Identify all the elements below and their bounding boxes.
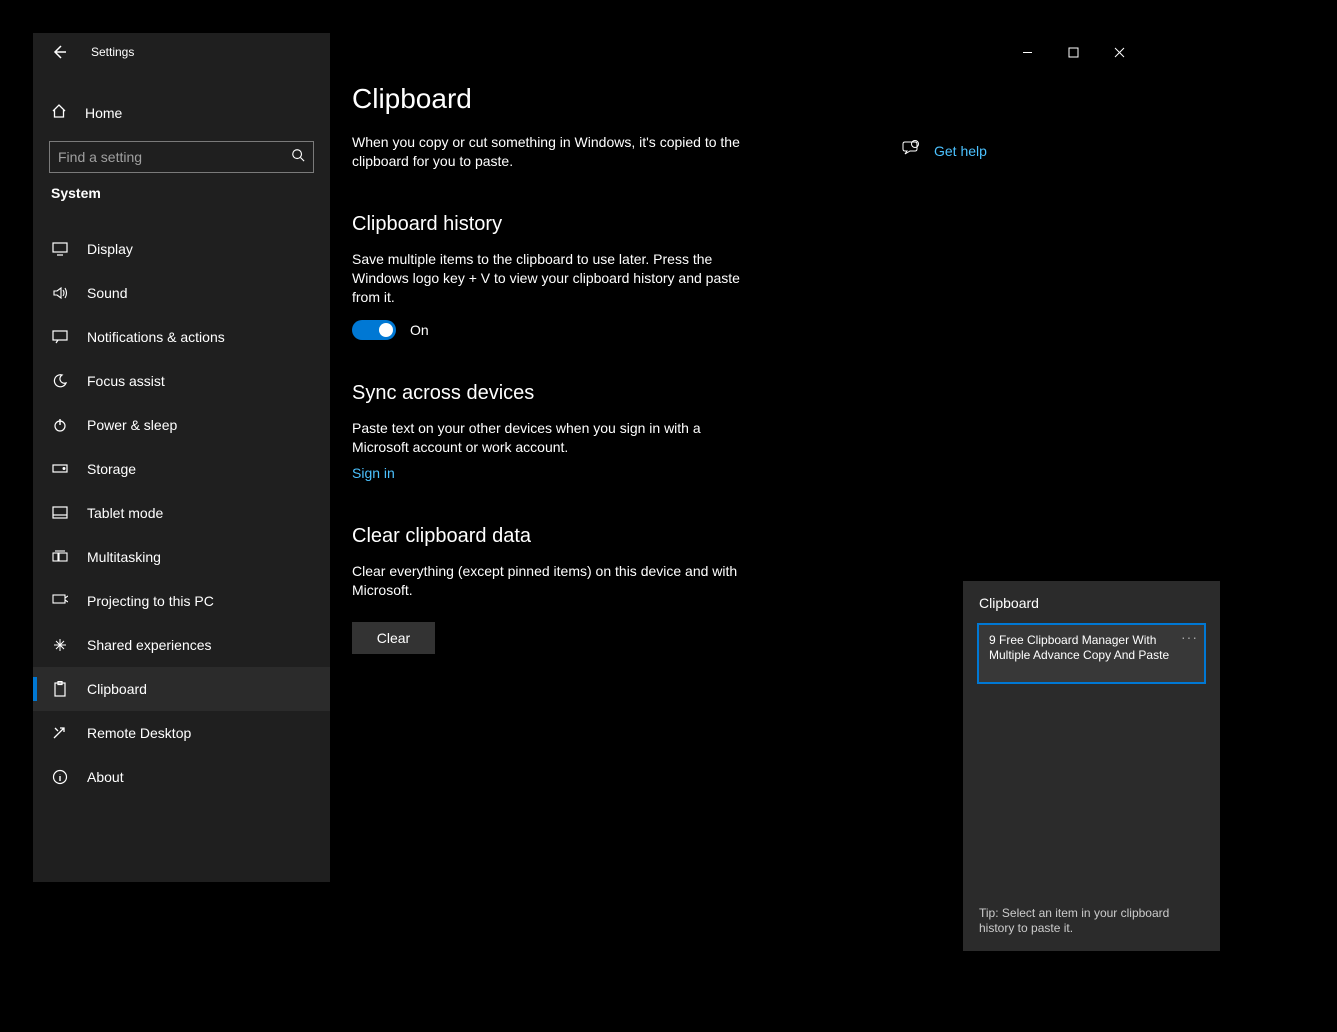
nav-label: About: [87, 769, 124, 785]
nav-item-remote-desktop[interactable]: Remote Desktop: [33, 711, 330, 755]
clear-button[interactable]: Clear: [352, 622, 435, 654]
history-heading: Clipboard history: [352, 213, 882, 236]
nav-label: Display: [87, 241, 133, 257]
help-column: Get help: [902, 139, 987, 654]
search-input[interactable]: [58, 149, 291, 165]
notifications-icon: [51, 330, 69, 344]
projecting-icon: [51, 594, 69, 608]
tablet-icon: [51, 506, 69, 520]
power-icon: [51, 417, 69, 433]
back-icon[interactable]: [51, 44, 67, 60]
history-desc: Save multiple items to the clipboard to …: [352, 250, 752, 307]
nav-label: Sound: [87, 285, 127, 301]
sign-in-link[interactable]: Sign in: [352, 465, 395, 481]
sidebar-home[interactable]: Home: [33, 93, 330, 133]
nav-label: Clipboard: [87, 681, 147, 697]
display-icon: [51, 242, 69, 256]
help-icon: [902, 139, 920, 162]
search-icon: [291, 148, 305, 167]
page-title: Clipboard: [352, 83, 1120, 115]
nav-item-multitasking[interactable]: Multitasking: [33, 535, 330, 579]
nav-item-shared-experiences[interactable]: Shared experiences: [33, 623, 330, 667]
clear-desc: Clear everything (except pinned items) o…: [352, 562, 752, 600]
search-wrap: [33, 133, 330, 177]
nav-item-projecting[interactable]: Projecting to this PC: [33, 579, 330, 623]
clear-heading: Clear clipboard data: [352, 525, 882, 548]
content-column: When you copy or cut something in Window…: [352, 133, 882, 654]
sound-icon: [51, 286, 69, 300]
nav-item-about[interactable]: About: [33, 755, 330, 799]
nav-label: Projecting to this PC: [87, 593, 214, 609]
nav-list: Display Sound Notifications & actions Fo…: [33, 227, 330, 799]
nav-label: Notifications & actions: [87, 329, 225, 345]
history-toggle[interactable]: [352, 320, 396, 340]
clipboard-item-text: 9 Free Clipboard Manager With Multiple A…: [989, 633, 1169, 662]
multitasking-icon: [51, 550, 69, 564]
sidebar-header: Settings: [33, 37, 330, 67]
history-toggle-row: On: [352, 320, 882, 340]
nav-item-sound[interactable]: Sound: [33, 271, 330, 315]
nav-item-focus-assist[interactable]: Focus assist: [33, 359, 330, 403]
nav-item-notifications[interactable]: Notifications & actions: [33, 315, 330, 359]
about-icon: [51, 769, 69, 785]
search-box[interactable]: [49, 141, 314, 173]
home-icon: [51, 103, 67, 124]
clipboard-item[interactable]: 9 Free Clipboard Manager With Multiple A…: [977, 623, 1206, 684]
nav-item-tablet-mode[interactable]: Tablet mode: [33, 491, 330, 535]
flyout-title: Clipboard: [963, 595, 1220, 623]
nav-label: Remote Desktop: [87, 725, 191, 741]
section-label: System: [33, 177, 330, 209]
nav-item-display[interactable]: Display: [33, 227, 330, 271]
sidebar: Settings Home System Display: [33, 33, 330, 882]
get-help-link[interactable]: Get help: [902, 139, 987, 162]
nav-item-power-sleep[interactable]: Power & sleep: [33, 403, 330, 447]
sync-desc: Paste text on your other devices when yo…: [352, 419, 752, 457]
storage-icon: [51, 464, 69, 474]
help-link-label: Get help: [934, 143, 987, 159]
nav-label: Storage: [87, 461, 136, 477]
page-intro: When you copy or cut something in Window…: [352, 133, 752, 171]
sync-heading: Sync across devices: [352, 382, 882, 405]
shared-icon: [51, 637, 69, 653]
clipboard-icon: [51, 681, 69, 697]
nav-label: Power & sleep: [87, 417, 177, 433]
nav-item-storage[interactable]: Storage: [33, 447, 330, 491]
remote-desktop-icon: [51, 726, 69, 740]
close-button[interactable]: [1096, 37, 1142, 67]
clipboard-flyout: Clipboard 9 Free Clipboard Manager With …: [963, 581, 1220, 951]
home-label: Home: [85, 105, 122, 121]
nav-label: Tablet mode: [87, 505, 163, 521]
focus-assist-icon: [51, 373, 69, 389]
app-title: Settings: [91, 45, 134, 59]
flyout-tip: Tip: Select an item in your clipboard hi…: [963, 900, 1220, 943]
maximize-button[interactable]: [1050, 37, 1096, 67]
nav-label: Shared experiences: [87, 637, 212, 653]
nav-item-clipboard[interactable]: Clipboard: [33, 667, 330, 711]
nav-label: Multitasking: [87, 549, 161, 565]
window-controls: [1004, 37, 1142, 67]
minimize-button[interactable]: [1004, 37, 1050, 67]
more-icon[interactable]: ···: [1181, 629, 1198, 647]
history-toggle-label: On: [410, 322, 429, 338]
nav-label: Focus assist: [87, 373, 165, 389]
